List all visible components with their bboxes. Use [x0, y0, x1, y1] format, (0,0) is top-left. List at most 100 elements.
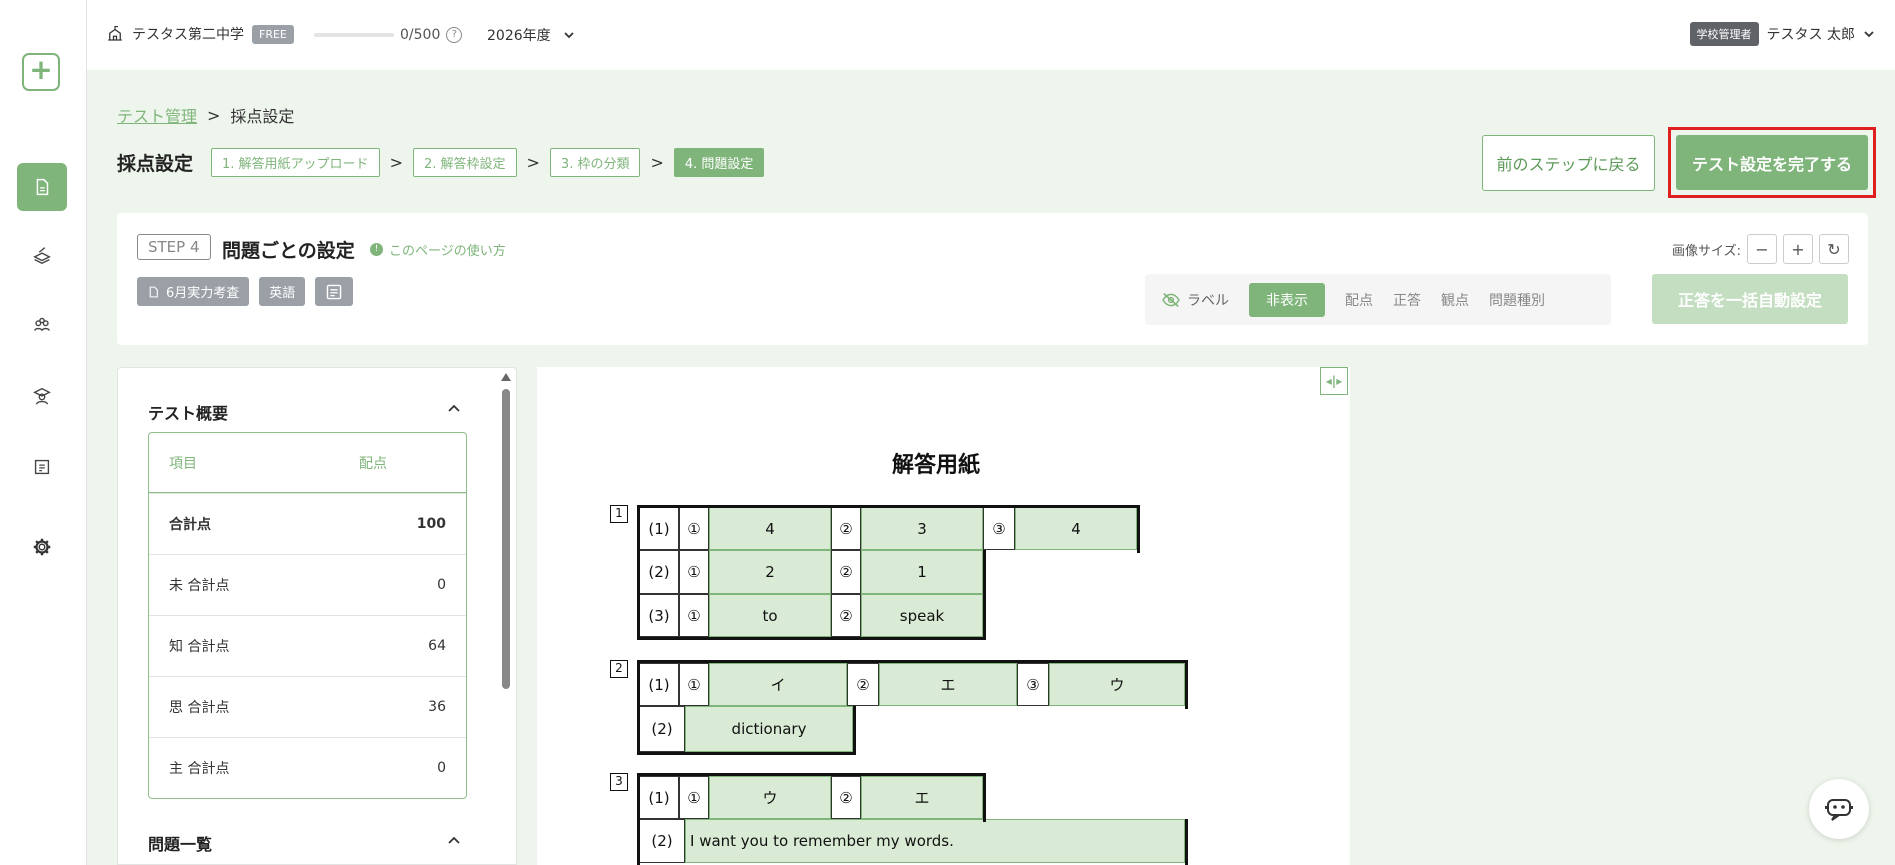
step-upload[interactable]: 1. 解答用紙アップロード: [211, 148, 380, 177]
school-selector[interactable]: テスタス第二中学 FREE: [106, 24, 294, 44]
table-row: 合計点 100: [149, 493, 466, 554]
auto-set-answers-button[interactable]: 正答を一括自動設定: [1652, 274, 1848, 324]
quota-text: 0/500: [400, 27, 441, 43]
answer-box[interactable]: イ: [709, 663, 847, 706]
answer-box[interactable]: to: [709, 594, 831, 637]
row-label: (1): [639, 663, 679, 706]
step-tag: STEP 4: [137, 234, 211, 260]
answer-mark: ③: [1017, 663, 1049, 706]
school-name: テスタス第二中学: [132, 27, 244, 43]
previous-step-button[interactable]: 前のステップに戻る: [1482, 135, 1655, 191]
overview-scrollbar[interactable]: [500, 373, 512, 865]
label-toggle-text: ラベル: [1187, 292, 1229, 309]
top-bar: テスタス第二中学 FREE 0/500 ? 2026年度 学校管理者 テスタス …: [87, 0, 1895, 70]
answer-mark: ②: [847, 663, 879, 706]
question-number-1: 1: [610, 505, 628, 523]
plan-badge: FREE: [252, 24, 294, 44]
roster-icon: [34, 459, 50, 475]
answer-mark: ②: [831, 594, 861, 637]
answer-box[interactable]: 4: [709, 507, 831, 550]
answer-mark: ②: [831, 776, 861, 819]
sidebar-item-settings[interactable]: [17, 523, 67, 571]
breadcrumb-test-management[interactable]: テスト管理: [117, 103, 197, 127]
quota-progress-bar: [314, 33, 394, 37]
sidebar: +: [0, 0, 87, 865]
answer-box[interactable]: 4: [1015, 507, 1137, 550]
step4-panel: STEP 4 問題ごとの設定 ! このページの使い方 6月実力考査 英語 画像サ…: [117, 213, 1868, 345]
step-chevron: >: [526, 153, 540, 172]
overview-table-header: 項目 配点: [149, 433, 466, 493]
breadcrumb-current: 採点設定: [230, 107, 295, 126]
sidebar-item-tests[interactable]: [17, 163, 67, 211]
chevron-up-icon: [448, 836, 460, 844]
answer-box[interactable]: speak: [861, 594, 983, 637]
step-chevron: >: [389, 153, 403, 172]
school-icon: [108, 25, 122, 41]
complete-test-settings-button[interactable]: テスト設定を完了する: [1676, 135, 1868, 190]
sidebar-item-roster[interactable]: [17, 443, 67, 491]
row-label: 主 合計点: [169, 761, 230, 777]
table-row: 思 合計点 36: [149, 676, 466, 737]
label-toggle: ラベル: [1161, 290, 1229, 310]
answer-box[interactable]: dictionary: [685, 706, 853, 752]
quota-indicator: 0/500 ?: [314, 27, 463, 43]
question-list-title: 問題一覧: [148, 835, 213, 854]
scanner-icon: [33, 247, 51, 265]
chevron-up-icon: [448, 404, 460, 412]
collapse-overview-button[interactable]: [447, 402, 461, 418]
logo-plus-icon[interactable]: +: [22, 53, 60, 91]
row-label: 知 合計点: [169, 639, 230, 655]
collapse-question-list-button[interactable]: [447, 834, 461, 850]
row-value: 0: [437, 577, 446, 593]
overview-table: 項目 配点 合計点 100 未 合計点 0 知 合計点 64 思 合計点 36 …: [148, 432, 467, 799]
column-header-item: 項目: [169, 455, 197, 472]
answer-box[interactable]: I want you to remember my words.: [685, 819, 1185, 863]
test-chips: 6月実力考査 英語: [137, 277, 354, 306]
sidebar-item-students[interactable]: [17, 372, 67, 420]
row-value: 36: [428, 699, 446, 715]
zoom-in-button[interactable]: +: [1783, 234, 1813, 264]
breadcrumb: テスト管理 > 採点設定: [117, 103, 294, 127]
year-label: 2026年度: [487, 28, 551, 44]
notes-button[interactable]: [315, 277, 354, 306]
howto-link[interactable]: ! このページの使い方: [370, 240, 506, 259]
chevron-down-icon: [1864, 31, 1874, 38]
label-option-hidden[interactable]: 非表示: [1249, 282, 1325, 317]
answer-box[interactable]: 1: [861, 550, 983, 594]
answer-box[interactable]: エ: [861, 776, 983, 819]
people-icon: [34, 317, 50, 331]
row-value: 100: [416, 516, 446, 532]
answer-box[interactable]: エ: [879, 663, 1017, 706]
year-selector[interactable]: 2026年度: [487, 25, 575, 45]
expand-width-icon[interactable]: ◂|▸: [1320, 367, 1348, 395]
answer-box[interactable]: ウ: [709, 776, 831, 819]
step-question-settings[interactable]: 4. 問題設定: [673, 148, 765, 177]
reset-zoom-button[interactable]: ↻: [1819, 234, 1849, 264]
label-option-question-type[interactable]: 問題種別: [1489, 284, 1545, 316]
test-overview-panel: テスト概要 項目 配点 合計点 100 未 合計点 0 知 合計点 64 思 合…: [117, 367, 517, 865]
help-icon[interactable]: ?: [446, 27, 463, 43]
sidebar-item-scan[interactable]: [17, 231, 67, 279]
row-label: 思 合計点: [169, 700, 230, 716]
label-option-points[interactable]: 配点: [1345, 284, 1373, 316]
scroll-thumb[interactable]: [502, 389, 510, 689]
scroll-up-arrow[interactable]: [501, 373, 511, 381]
label-option-perspective[interactable]: 観点: [1441, 284, 1469, 316]
label-option-answer[interactable]: 正答: [1393, 284, 1421, 316]
answer-mark: ③: [983, 507, 1015, 550]
answer-mark: ①: [679, 550, 709, 594]
answer-box[interactable]: 2: [709, 550, 831, 594]
row-value: 64: [428, 638, 446, 654]
step-answer-frames[interactable]: 2. 解答枠設定: [412, 148, 517, 177]
row-label: (2): [639, 706, 685, 752]
chat-support-button[interactable]: [1809, 779, 1869, 839]
sidebar-item-classes[interactable]: [17, 302, 67, 350]
answer-box[interactable]: 3: [861, 507, 983, 550]
zoom-out-button[interactable]: −: [1747, 234, 1777, 264]
test-name: 6月実力考査: [166, 286, 240, 301]
step-frame-classification[interactable]: 3. 枠の分類: [549, 148, 641, 177]
answer-box[interactable]: ウ: [1049, 663, 1185, 706]
row-label: (2): [639, 819, 685, 863]
user-menu[interactable]: 学校管理者 テスタス 太郎: [1689, 22, 1875, 46]
subject-chip: 英語: [259, 277, 306, 306]
